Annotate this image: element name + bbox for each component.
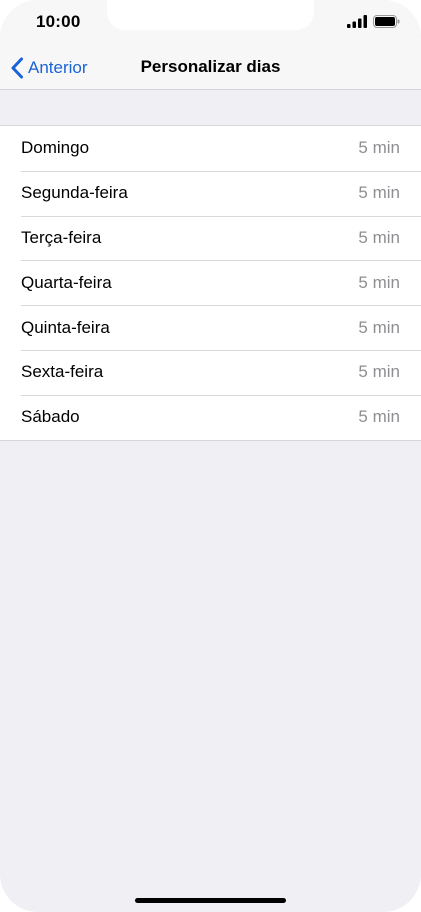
list-item-label: Domingo [21, 138, 90, 158]
days-list: Domingo 5 min Segunda-feira 5 min Terça-… [0, 125, 421, 441]
list-item-label: Quinta-feira [21, 317, 110, 337]
list-item-label: Quarta-feira [21, 272, 112, 292]
list-item-sabado[interactable]: Sábado 5 min [0, 394, 421, 440]
status-time: 10:00 [36, 12, 81, 31]
list-item-quarta-feira[interactable]: Quarta-feira 5 min [0, 260, 421, 305]
list-item-value: 5 min [358, 407, 400, 427]
list-item-label: Sábado [21, 407, 80, 427]
list-item-segunda-feira[interactable]: Segunda-feira 5 min [0, 170, 421, 216]
list-item-value: 5 min [358, 362, 400, 382]
navigation-header: 10:00 Anterior Personalizar dias [0, 0, 421, 90]
list-item-value: 5 min [358, 138, 400, 158]
cellular-signal-icon [347, 15, 367, 28]
list-item-label: Sexta-feira [21, 362, 104, 382]
phone-screen: 10:00 Anterior Personalizar dias Domingo… [0, 0, 421, 912]
page-title: Personalizar dias [140, 57, 281, 76]
list-item-value: 5 min [358, 317, 400, 337]
battery-icon [373, 15, 400, 28]
list-item-quinta-feira[interactable]: Quinta-feira 5 min [0, 305, 421, 350]
list-item-sexta-feira[interactable]: Sexta-feira 5 min [0, 349, 421, 395]
list-item-value: 5 min [358, 227, 400, 247]
list-item-label: Terça-feira [21, 227, 102, 247]
list-item-label: Segunda-feira [21, 183, 128, 203]
camera-notch [107, 0, 314, 30]
list-item-value: 5 min [358, 272, 400, 292]
list-item-value: 5 min [358, 183, 400, 203]
home-indicator[interactable] [135, 898, 286, 903]
list-item-domingo[interactable]: Domingo 5 min [0, 126, 421, 171]
list-item-terca-feira[interactable]: Terça-feira 5 min [0, 215, 421, 261]
